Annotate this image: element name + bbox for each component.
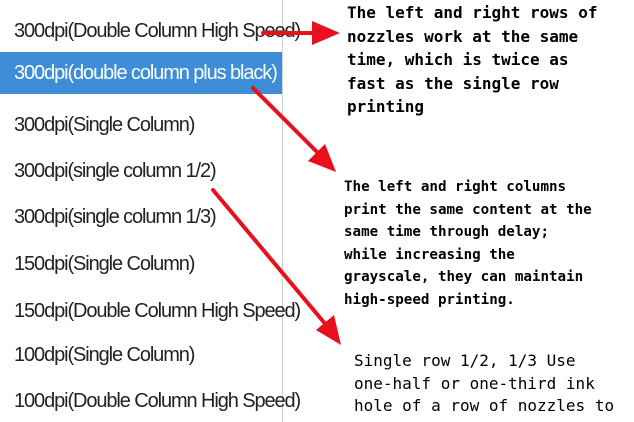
- option-150dpi-single-column[interactable]: 150dpi(Single Column): [0, 243, 282, 285]
- annotation-double-column-plus-black: The left and right columns print the sam…: [344, 179, 592, 308]
- annotation-double-column-high-speed: The left and right rows of nozzles work …: [347, 3, 598, 116]
- option-100dpi-double-column-high-speed[interactable]: 100dpi(Double Column High Speed): [0, 380, 301, 422]
- option-150dpi-double-column-high-speed[interactable]: 150dpi(Double Column High Speed): [0, 290, 301, 332]
- option-300dpi-double-column-high-speed[interactable]: 300dpi(Double Column High Speed): [0, 10, 301, 52]
- option-300dpi-double-column-plus-black[interactable]: 300dpi(double column plus black): [0, 52, 282, 94]
- option-300dpi-single-column-1-2[interactable]: 300dpi(single column 1/2): [0, 150, 282, 192]
- annotation-single-column-fraction: Single row 1/2, 1/3 Use one-half or one-…: [354, 351, 615, 415]
- option-100dpi-single-column[interactable]: 100dpi(Single Column): [0, 334, 282, 376]
- dpi-mode-dropdown-list: 300dpi(Double Column High Speed) 300dpi(…: [0, 0, 301, 422]
- option-300dpi-single-column[interactable]: 300dpi(Single Column): [0, 104, 282, 146]
- option-300dpi-single-column-1-3[interactable]: 300dpi(single column 1/3): [0, 196, 282, 238]
